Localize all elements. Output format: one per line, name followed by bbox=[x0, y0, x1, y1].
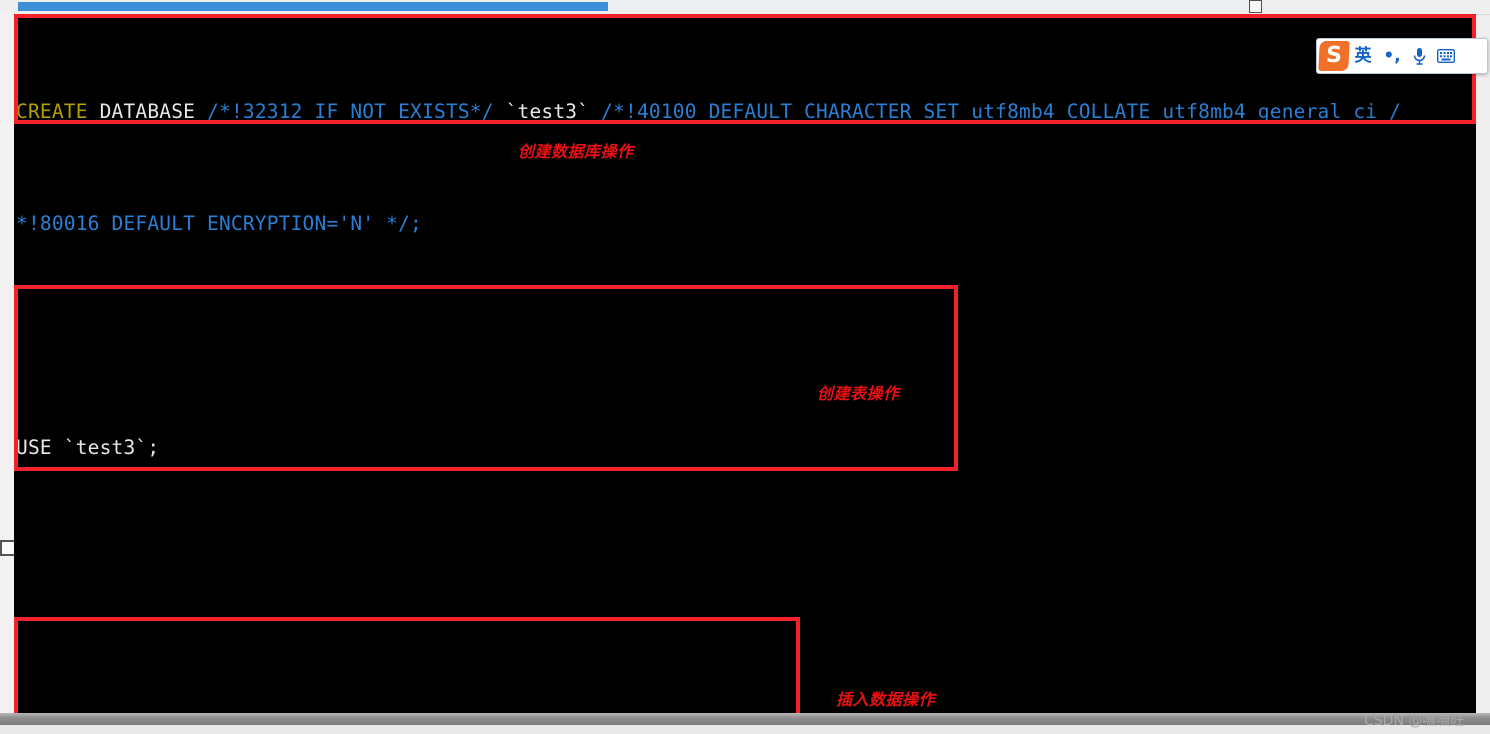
code-line: CREATE DATABASE /*!32312 IF NOT EXISTS*/… bbox=[16, 100, 1402, 123]
annotation-insert-data: 插入数据操作 bbox=[836, 690, 936, 709]
csdn-watermark: CSDN @嘸嘸旺 bbox=[1364, 713, 1465, 729]
window-top-bar bbox=[0, 0, 1490, 15]
keyboard-icon[interactable] bbox=[1432, 49, 1460, 63]
code-line: *!80016 DEFAULT ENCRYPTION='N' */; bbox=[16, 212, 422, 235]
top-square-marker-icon[interactable] bbox=[1249, 0, 1262, 13]
terminal-pane[interactable]: CREATE DATABASE /*!32312 IF NOT EXISTS*/… bbox=[14, 14, 1476, 713]
left-vertical-scrollbar[interactable] bbox=[0, 12, 16, 717]
annotation-create-database: 创建数据库操作 bbox=[518, 142, 634, 161]
microphone-icon[interactable] bbox=[1407, 47, 1432, 66]
screenshot-root: CREATE DATABASE /*!32312 IF NOT EXISTS*/… bbox=[0, 0, 1490, 734]
sql-dump-code: CREATE DATABASE /*!32312 IF NOT EXISTS*/… bbox=[16, 14, 1401, 713]
bottom-horizontal-scrollbar[interactable] bbox=[0, 713, 1490, 725]
top-horizontal-scrollbar-thumb[interactable] bbox=[18, 2, 608, 11]
ime-language-mode-button[interactable]: 英 bbox=[1349, 40, 1377, 72]
ime-punctuation-button[interactable]: •, bbox=[1377, 40, 1407, 72]
window-bottom-bar bbox=[0, 713, 1490, 734]
sogou-logo-icon[interactable]: S bbox=[1318, 41, 1350, 71]
sogou-ime-toolbar[interactable]: S 英 •, bbox=[1316, 38, 1488, 74]
code-line: USE `test3`; bbox=[16, 436, 160, 459]
annotation-create-table: 创建表操作 bbox=[817, 384, 900, 403]
